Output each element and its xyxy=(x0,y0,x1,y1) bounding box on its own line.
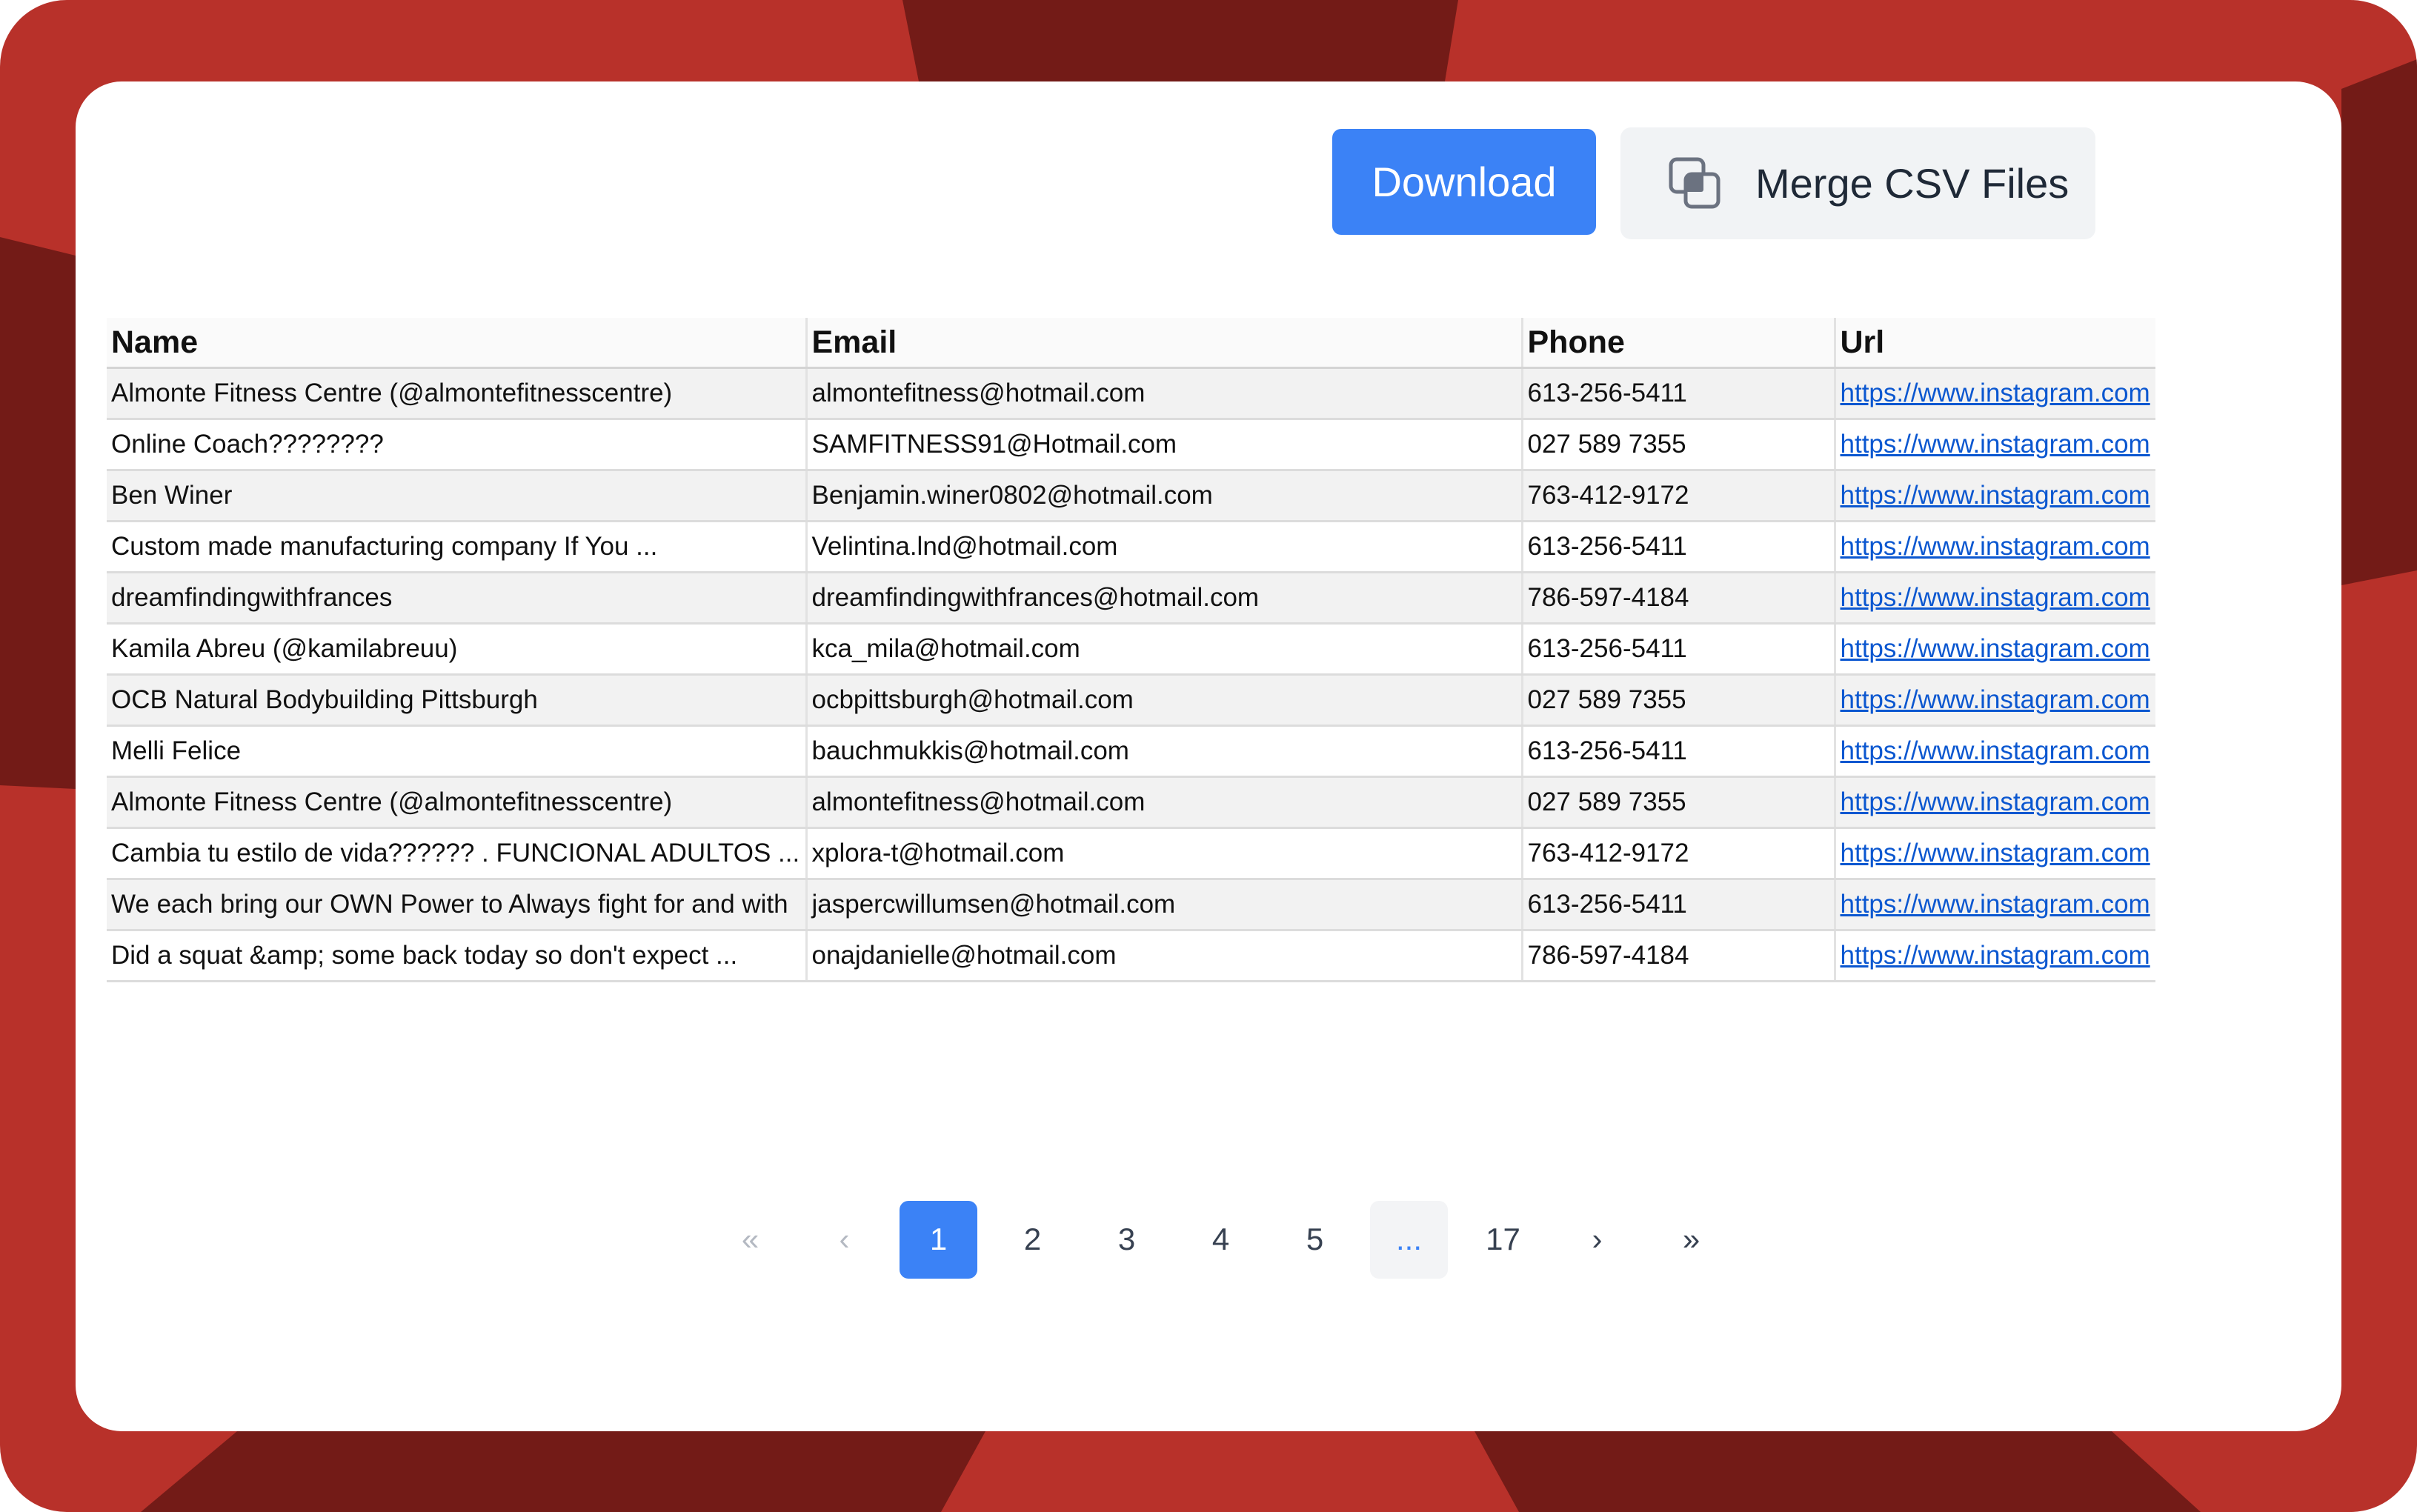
table-row: dreamfindingwithfrances dreamfindingwithf… xyxy=(107,572,2155,625)
data-table: Name Email Phone Url Almonte Fitness Cen… xyxy=(107,318,2155,982)
cell-phone: 786-597-4184 xyxy=(1522,572,1836,625)
cell-phone: 786-597-4184 xyxy=(1522,930,1836,982)
cell-email: bauchmukkis@hotmail.com xyxy=(806,725,1523,778)
url-link[interactable]: https://www.instagram.com xyxy=(1841,839,2150,867)
cell-url: https://www.instagram.com xyxy=(1835,674,2155,727)
cell-url: https://www.instagram.com xyxy=(1835,879,2155,931)
url-link[interactable]: https://www.instagram.com xyxy=(1841,941,2150,970)
url-link[interactable]: https://www.instagram.com xyxy=(1841,736,2150,765)
url-link[interactable]: https://www.instagram.com xyxy=(1841,532,2150,561)
cell-email: SAMFITNESS91@Hotmail.com xyxy=(806,419,1523,471)
table-row: Custom made manufacturing company If You… xyxy=(107,521,2155,573)
column-header-phone[interactable]: Phone xyxy=(1522,318,1836,369)
merge-button-label: Merge CSV Files xyxy=(1755,160,2069,207)
url-link[interactable]: https://www.instagram.com xyxy=(1841,583,2150,612)
merge-csv-button[interactable]: Merge CSV Files xyxy=(1620,127,2095,239)
url-link[interactable]: https://www.instagram.com xyxy=(1841,685,2150,714)
cell-phone: 763-412-9172 xyxy=(1522,470,1836,522)
cell-phone: 613-256-5411 xyxy=(1522,521,1836,573)
cell-email: jaspercwillumsen@hotmail.com xyxy=(806,879,1523,931)
table-row: OCB Natural Bodybuilding Pittsburgh ocbpi… xyxy=(107,674,2155,727)
table-body: Almonte Fitness Centre (@almontefitnessc… xyxy=(107,367,2155,982)
table-row: Cambia tu estilo de vida?????? . FUNCION… xyxy=(107,827,2155,880)
cell-url: https://www.instagram.com xyxy=(1835,419,2155,471)
page-button-3[interactable]: 3 xyxy=(1088,1201,1166,1279)
cell-url: https://www.instagram.com xyxy=(1835,776,2155,829)
cell-phone: 613-256-5411 xyxy=(1522,879,1836,931)
table-row: Melli Felice bauchmukkis@hotmail.com 613-2… xyxy=(107,725,2155,778)
cell-name: Almonte Fitness Centre (@almontefitnessc… xyxy=(107,776,808,829)
cell-email: xplora-t@hotmail.com xyxy=(806,827,1523,880)
cell-name: Cambia tu estilo de vida?????? . FUNCION… xyxy=(107,827,808,880)
url-link[interactable]: https://www.instagram.com xyxy=(1841,787,2150,816)
prev-page-button[interactable]: ‹ xyxy=(805,1201,883,1279)
cell-phone: 027 589 7355 xyxy=(1522,419,1836,471)
cell-url: https://www.instagram.com xyxy=(1835,572,2155,625)
cell-url: https://www.instagram.com xyxy=(1835,827,2155,880)
page-button-2[interactable]: 2 xyxy=(994,1201,1071,1279)
cell-phone: 763-412-9172 xyxy=(1522,827,1836,880)
page-button-5[interactable]: 5 xyxy=(1276,1201,1354,1279)
page-button-1[interactable]: 1 xyxy=(900,1200,977,1279)
cell-email: kca_mila@hotmail.com xyxy=(806,623,1523,676)
url-link[interactable]: https://www.instagram.com xyxy=(1841,481,2150,510)
cell-url: https://www.instagram.com xyxy=(1835,521,2155,573)
table-row: Almonte Fitness Centre (@almontefitnessc… xyxy=(107,776,2155,829)
cell-name: Melli Felice xyxy=(107,725,808,778)
cell-phone: 613-256-5411 xyxy=(1522,367,1836,420)
cell-email: dreamfindingwithfrances@hotmail.com xyxy=(806,572,1523,625)
cell-name: Almonte Fitness Centre (@almontefitnessc… xyxy=(107,367,808,420)
cell-name: Did a squat &amp; some back today so don… xyxy=(107,930,808,982)
table-row: Did a squat &amp; some back today so don… xyxy=(107,930,2155,982)
column-header-name[interactable]: Name xyxy=(107,318,808,369)
pagination: « ‹ 1 2 3 4 5 ... 17 › » xyxy=(711,1200,1746,1279)
table-row: We each bring our OWN Power to Always fi… xyxy=(107,879,2155,931)
cell-name: Kamila Abreu (@kamilabreuu) xyxy=(107,623,808,676)
cell-phone: 027 589 7355 xyxy=(1522,674,1836,727)
merge-files-icon xyxy=(1669,157,1721,208)
table-row: Ben Winer Benjamin.winer0802@hotmail.com 7… xyxy=(107,470,2155,522)
table-header-row: Name Email Phone Url xyxy=(107,318,2155,369)
cell-url: https://www.instagram.com xyxy=(1835,367,2155,420)
cell-name: Custom made manufacturing company If You… xyxy=(107,521,808,573)
url-link[interactable]: https://www.instagram.com xyxy=(1841,890,2150,919)
cell-email: ocbpittsburgh@hotmail.com xyxy=(806,674,1523,727)
cell-email: almontefitness@hotmail.com xyxy=(806,776,1523,829)
cell-name: dreamfindingwithfrances xyxy=(107,572,808,625)
column-header-email[interactable]: Email xyxy=(806,318,1523,369)
cell-email: almontefitness@hotmail.com xyxy=(806,367,1523,420)
cell-url: https://www.instagram.com xyxy=(1835,623,2155,676)
url-link[interactable]: https://www.instagram.com xyxy=(1841,430,2150,459)
next-page-button[interactable]: › xyxy=(1558,1201,1636,1279)
cell-name: We each bring our OWN Power to Always fi… xyxy=(107,879,808,931)
cell-email: Benjamin.winer0802@hotmail.com xyxy=(806,470,1523,522)
download-button[interactable]: Download xyxy=(1332,129,1596,235)
cell-phone: 027 589 7355 xyxy=(1522,776,1836,829)
table-row: Almonte Fitness Centre (@almontefitnessc… xyxy=(107,367,2155,420)
table-row: Kamila Abreu (@kamilabreuu) kca_mila@hotm… xyxy=(107,623,2155,676)
table-row: Online Coach???????? SAMFITNESS91@Hotmail… xyxy=(107,419,2155,471)
cell-phone: 613-256-5411 xyxy=(1522,725,1836,778)
cell-name: Online Coach???????? xyxy=(107,419,808,471)
url-link[interactable]: https://www.instagram.com xyxy=(1841,634,2150,663)
url-link[interactable]: https://www.instagram.com xyxy=(1841,379,2150,407)
cell-email: onajdanielle@hotmail.com xyxy=(806,930,1523,982)
cell-phone: 613-256-5411 xyxy=(1522,623,1836,676)
cell-url: https://www.instagram.com xyxy=(1835,930,2155,982)
cell-url: https://www.instagram.com xyxy=(1835,725,2155,778)
cell-url: https://www.instagram.com xyxy=(1835,470,2155,522)
cell-name: Ben Winer xyxy=(107,470,808,522)
page-ellipsis-button[interactable]: ... xyxy=(1370,1200,1448,1279)
cell-email: Velintina.lnd@hotmail.com xyxy=(806,521,1523,573)
first-page-button[interactable]: « xyxy=(711,1201,789,1279)
cell-name: OCB Natural Bodybuilding Pittsburgh xyxy=(107,674,808,727)
page-button-17[interactable]: 17 xyxy=(1464,1201,1542,1279)
last-page-button[interactable]: » xyxy=(1652,1201,1730,1279)
page-button-4[interactable]: 4 xyxy=(1182,1201,1260,1279)
background-frame: Download Merge CSV Files Name Email Phon… xyxy=(0,0,2417,1512)
column-header-url[interactable]: Url xyxy=(1835,318,2155,369)
